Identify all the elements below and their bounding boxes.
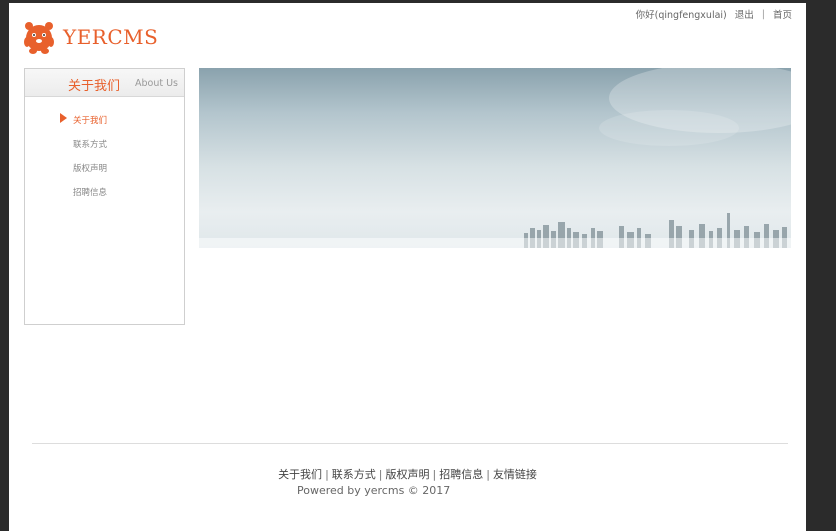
separator: | (432, 468, 437, 481)
separator: | (325, 468, 329, 481)
sidebar-item-label: 版权声明 (73, 164, 108, 174)
site-logo[interactable]: YERCMS (23, 20, 158, 54)
footer-nav: 关于我们 | 联系方式 | 版权声明 | 招聘信息 | 友情链接 (9, 466, 806, 482)
city-skyline-image (199, 68, 791, 248)
banner-image (199, 68, 791, 248)
footer-link-jobs[interactable]: 招聘信息 (439, 468, 483, 481)
bear-mascot-icon (24, 22, 54, 54)
top-user-bar: 你好(qingfengxulai) 退出 | 首页 (635, 7, 792, 22)
sidebar-nav: 关于我们 联系方式 版权声明 招聘信息 (25, 109, 184, 205)
logo-text: YERCMS (63, 25, 159, 49)
sidebar-title: 关于我们 (68, 79, 121, 94)
logout-link[interactable]: 退出 (735, 7, 754, 21)
home-link[interactable]: 首页 (773, 7, 792, 21)
separator: | (486, 468, 490, 481)
sidebar-header: 关于我们 About Us (25, 69, 184, 97)
footer-divider (32, 443, 788, 444)
sidebar-item-label: 招聘信息 (73, 188, 108, 198)
sidebar-item-copyright[interactable]: 版权声明 (25, 157, 184, 181)
footer-link-about[interactable]: 关于我们 (278, 468, 322, 481)
separator: | (378, 468, 383, 481)
arrow-right-icon (60, 113, 67, 123)
sidebar-title-en: About Us (135, 78, 179, 89)
footer-copyright: Powered by yercms © 2017 (297, 484, 451, 497)
sidebar-item-label: 联系方式 (73, 140, 108, 150)
sidebar-item-contact[interactable]: 联系方式 (25, 133, 184, 157)
sidebar-item-label: 关于我们 (73, 116, 108, 126)
user-greeting: 你好(qingfengxulai) (635, 10, 727, 21)
sidebar-item-jobs[interactable]: 招聘信息 (25, 181, 184, 205)
sidebar-item-about[interactable]: 关于我们 (25, 109, 184, 133)
footer-link-friends[interactable]: 友情链接 (493, 468, 537, 481)
page: 你好(qingfengxulai) 退出 | 首页 YERCMS 关于我们 Ab… (9, 3, 806, 531)
footer-link-contact[interactable]: 联系方式 (332, 468, 376, 481)
footer-link-copyright[interactable]: 版权声明 (386, 468, 430, 481)
sidebar: 关于我们 About Us 关于我们 联系方式 版权声明 招聘信息 (24, 68, 185, 325)
separator: | (761, 8, 765, 20)
